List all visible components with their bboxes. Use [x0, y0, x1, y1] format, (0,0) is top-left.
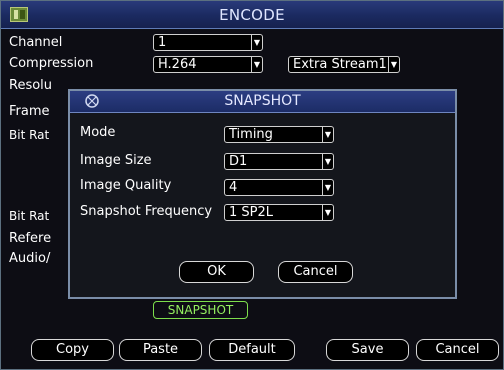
window-title: ENCODE: [219, 6, 285, 24]
paste-button[interactable]: Paste: [119, 339, 202, 361]
mode-value: Timing: [229, 127, 273, 142]
compression-select[interactable]: H.264 ▼: [153, 56, 263, 73]
bit-rate-type-label: Bit Rat: [9, 128, 50, 142]
image-size-value: D1: [229, 154, 248, 169]
audio-label: Audio/: [9, 251, 51, 266]
extra-stream-select[interactable]: Extra Stream1 ▼: [288, 56, 400, 73]
chevron-down-icon[interactable]: ▼: [322, 205, 333, 220]
image-size-select[interactable]: D1 ▼: [224, 153, 334, 170]
channel-select[interactable]: 1 ▼: [153, 34, 263, 51]
dialog-title-bar: SNAPSHOT: [70, 91, 455, 113]
image-quality-select[interactable]: 4 ▼: [224, 179, 334, 196]
compression-value: H.264: [158, 57, 197, 72]
extra-stream-value: Extra Stream1: [293, 57, 387, 72]
chevron-down-icon[interactable]: ▼: [322, 127, 333, 142]
image-quality-value: 4: [229, 180, 238, 195]
resolution-label: Resolu: [9, 78, 53, 93]
frame-rate-label: Frame: [9, 104, 50, 119]
save-button[interactable]: Save: [326, 339, 409, 361]
dialog-cancel-button[interactable]: Cancel: [278, 261, 353, 283]
image-size-label: Image Size: [80, 153, 152, 168]
snapshot-button[interactable]: SNAPSHOT: [153, 301, 248, 319]
reference-label: Refere: [9, 231, 52, 246]
snapshot-frequency-select[interactable]: 1 SP2L ▼: [224, 204, 334, 221]
copy-button[interactable]: Copy: [31, 339, 114, 361]
chevron-down-icon[interactable]: ▼: [322, 180, 333, 195]
channel-label: Channel: [9, 35, 63, 50]
chevron-down-icon[interactable]: ▼: [251, 35, 262, 50]
chevron-down-icon[interactable]: ▼: [322, 154, 333, 169]
window-title-bar: ENCODE: [1, 1, 503, 29]
mode-label: Mode: [80, 125, 116, 140]
chevron-down-icon[interactable]: ▼: [251, 57, 262, 72]
bit-rate-label: Bit Rat: [9, 209, 50, 223]
snapshot-frequency-value: 1 SP2L: [229, 205, 274, 220]
cancel-button[interactable]: Cancel: [416, 339, 499, 361]
dialog-title: SNAPSHOT: [224, 93, 301, 109]
mode-select[interactable]: Timing ▼: [224, 126, 334, 143]
snapshot-frequency-label: Snapshot Frequency: [80, 204, 213, 219]
ok-button[interactable]: OK: [179, 261, 254, 283]
channel-value: 1: [158, 35, 167, 50]
chevron-down-icon[interactable]: ▼: [388, 57, 399, 72]
default-button[interactable]: Default: [209, 339, 295, 361]
snapshot-dialog: SNAPSHOT Mode Timing ▼ Image Size D1 ▼ I…: [68, 89, 457, 299]
image-quality-label: Image Quality: [80, 178, 172, 193]
compression-label: Compression: [9, 56, 94, 71]
